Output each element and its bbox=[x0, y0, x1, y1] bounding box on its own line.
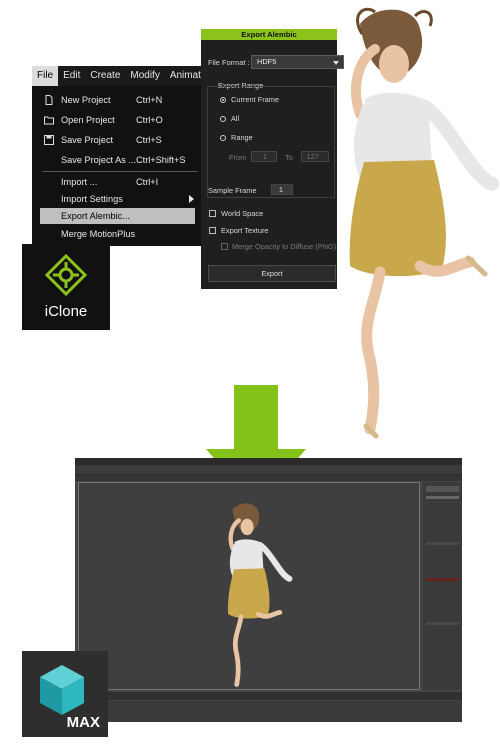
menu-item-label: Merge MotionPlus bbox=[61, 229, 136, 239]
max-timeline[interactable] bbox=[75, 692, 462, 700]
export-texture-label: Export Texture bbox=[221, 226, 269, 235]
menu-item-merge-motionplus[interactable]: Merge MotionPlus bbox=[32, 226, 204, 242]
iclone-logo: iClone bbox=[22, 244, 110, 330]
from-label: From bbox=[229, 153, 247, 162]
max-status-bar bbox=[75, 701, 462, 722]
menu-item-shortcut: Ctrl+S bbox=[136, 135, 162, 145]
menu-item-shortcut: Ctrl+O bbox=[136, 115, 163, 125]
menu-separator bbox=[42, 171, 198, 172]
new-file-icon bbox=[45, 95, 53, 105]
sample-frame-value: 1 bbox=[278, 185, 283, 194]
menu-item-shortcut: Ctrl+I bbox=[136, 177, 159, 187]
menu-item-open-project[interactable]: Open Project Ctrl+O bbox=[32, 112, 204, 128]
current-frame-label: Current Frame bbox=[231, 95, 280, 104]
submenu-arrow-icon bbox=[189, 195, 194, 203]
menu-item-import-settings[interactable]: Import Settings bbox=[32, 191, 204, 207]
export-texture-checkbox[interactable] bbox=[209, 227, 216, 234]
max-title-bar bbox=[75, 458, 462, 465]
menu-item-label: Export Alembic... bbox=[61, 211, 130, 221]
world-space-label: World Space bbox=[221, 209, 264, 218]
character-figure-viewport bbox=[227, 503, 293, 687]
file-format-label: File Format : bbox=[208, 58, 250, 67]
folder-icon bbox=[44, 116, 54, 125]
menu-modify[interactable]: Modify bbox=[125, 66, 164, 86]
menu-edit[interactable]: Edit bbox=[58, 66, 85, 86]
world-space-checkbox[interactable] bbox=[209, 210, 216, 217]
radio-all[interactable] bbox=[220, 116, 226, 122]
menu-item-label: Import ... bbox=[61, 177, 98, 187]
to-value: 127 bbox=[306, 152, 319, 161]
3dsmax-emblem-icon bbox=[40, 665, 84, 715]
export-alembic-dialog: Export Alembic File Format : HDF5 Export… bbox=[201, 29, 344, 289]
3dsmax-logo: MAX bbox=[22, 651, 108, 737]
menu-create[interactable]: Create bbox=[85, 66, 125, 86]
max-ribbon bbox=[75, 465, 462, 475]
menu-item-save-project-as[interactable]: Save Project As ... Ctrl+Shift+S bbox=[32, 152, 204, 168]
save-icon bbox=[44, 135, 54, 145]
menu-item-save-project[interactable]: Save Project Ctrl+S bbox=[32, 132, 204, 148]
menu-item-label: Import Settings bbox=[61, 194, 123, 204]
max-toolbar bbox=[75, 475, 462, 481]
file-menu: New Project Ctrl+N Open Project Ctrl+O S… bbox=[32, 86, 204, 246]
from-stepper[interactable]: 1 bbox=[251, 151, 277, 162]
iclone-logo-text: iClone bbox=[44, 303, 88, 320]
iclone-emblem-icon bbox=[44, 253, 88, 297]
all-label: All bbox=[231, 114, 240, 123]
max-command-panel bbox=[423, 482, 462, 690]
menu-item-label: Open Project bbox=[61, 115, 115, 125]
3dsmax-window bbox=[75, 458, 462, 722]
to-label: To bbox=[285, 153, 293, 162]
menu-item-shortcut: Ctrl+N bbox=[136, 95, 163, 105]
export-button[interactable]: Export bbox=[208, 265, 336, 282]
menu-item-label: Save Project bbox=[61, 135, 114, 145]
menu-item-label: New Project bbox=[61, 95, 111, 105]
menu-bar: File Edit Create Modify Animation bbox=[32, 66, 214, 86]
radio-range[interactable] bbox=[220, 135, 226, 141]
menu-file[interactable]: File bbox=[32, 66, 59, 86]
menu-item-label: Save Project As ... bbox=[61, 155, 137, 165]
merge-opacity-checkbox[interactable] bbox=[221, 243, 228, 250]
menu-item-shortcut: Ctrl+Shift+S bbox=[136, 155, 186, 165]
radio-current-frame[interactable] bbox=[220, 97, 226, 103]
menu-item-new-project[interactable]: New Project Ctrl+N bbox=[32, 92, 204, 108]
dialog-title: Export Alembic bbox=[201, 29, 337, 40]
range-label: Range bbox=[231, 133, 253, 142]
3dsmax-logo-text: MAX bbox=[66, 714, 100, 731]
max-viewport[interactable] bbox=[78, 482, 420, 690]
sample-frame-label: Sample Frame bbox=[208, 186, 257, 195]
from-value: 1 bbox=[262, 152, 267, 161]
character-figure bbox=[349, 7, 499, 439]
menu-item-import[interactable]: Import ... Ctrl+I bbox=[32, 174, 204, 190]
menu-item-export-alembic[interactable]: Export Alembic... bbox=[40, 208, 195, 224]
file-format-value: HDF5 bbox=[257, 57, 277, 66]
sample-frame-stepper[interactable]: 1 bbox=[271, 184, 293, 195]
